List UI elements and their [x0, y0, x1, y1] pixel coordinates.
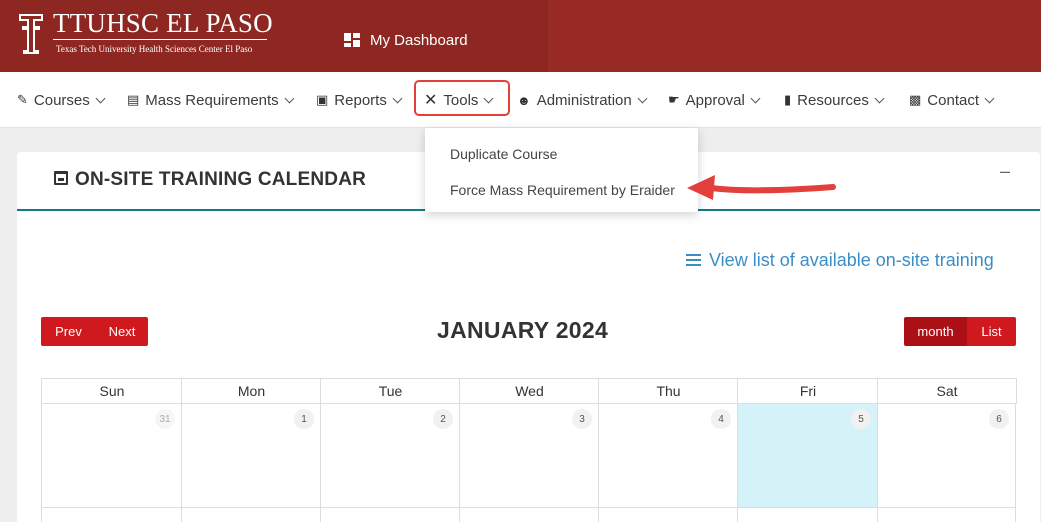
calendar-grid: Sun Mon Tue Wed Thu Fri Sat 31 1 2 3 4 5… [41, 378, 1017, 522]
calendar-icon [54, 171, 68, 185]
day-number[interactable]: 6 [989, 409, 1009, 429]
nav-reports-label: Reports [334, 91, 387, 109]
chevron-down-icon [750, 93, 761, 103]
my-dashboard-link[interactable]: My Dashboard [344, 28, 468, 52]
day-number[interactable]: 31 [155, 409, 175, 429]
view-toggle-group: month List [904, 317, 1016, 346]
my-dashboard-label: My Dashboard [370, 31, 468, 49]
nav-administration-label: Administration [536, 91, 632, 109]
nav-administration[interactable]: ☻ Administration [517, 72, 648, 128]
nav-courses-label: Courses [33, 91, 90, 109]
week-row: 31 1 2 3 4 5 6 [41, 404, 1016, 508]
day-cell[interactable] [877, 508, 1016, 522]
weekday-wed: Wed [459, 378, 599, 404]
day-cell[interactable]: 31 [41, 404, 181, 508]
chevron-down-icon [637, 93, 648, 103]
tools-icon: ✕ [424, 92, 438, 109]
top-header: TTUHSC EL PASO Texas Tech University Hea… [0, 0, 1041, 72]
day-cell[interactable] [459, 508, 598, 522]
header-right-panel [548, 0, 1041, 72]
menu-item-force-mass-requirement[interactable]: Force Mass Requirement by Eraider [450, 182, 675, 198]
day-number[interactable]: 5 [851, 409, 871, 429]
next-button[interactable]: Next [96, 317, 148, 346]
red-arrow-annotation-icon [687, 175, 836, 200]
chevron-down-icon [95, 93, 106, 103]
chevron-down-icon [483, 93, 494, 103]
day-cell[interactable] [41, 508, 181, 522]
nav-reports[interactable]: ▣ Reports [316, 72, 403, 128]
book-icon: ✎ [17, 92, 28, 107]
weekday-sat: Sat [877, 378, 1017, 404]
users-icon: ☻ [517, 92, 531, 108]
chevron-down-icon [284, 93, 295, 103]
weekday-mon: Mon [181, 378, 321, 404]
dashboard-icon [344, 33, 360, 47]
brand-title[interactable]: TTUHSC EL PASO [53, 8, 273, 38]
nav-tools[interactable]: ✕ Tools [424, 72, 494, 128]
chevron-down-icon [392, 93, 403, 103]
nav-resources-label: Resources [797, 91, 869, 109]
report-icon: ▣ [316, 92, 329, 107]
nav-approval-label: Approval [685, 91, 745, 109]
view-list-label: View list of available on-site training [709, 249, 994, 270]
weekday-fri: Fri [737, 378, 878, 404]
nav-mass-requirements[interactable]: ▤ Mass Requirements [127, 72, 295, 128]
nav-contact[interactable]: ▩ Contact [909, 72, 995, 128]
prev-button[interactable]: Prev [41, 317, 96, 346]
nav-resources[interactable]: ▮ Resources [784, 72, 885, 128]
card-title: ON-SITE TRAINING CALENDAR [75, 169, 367, 190]
day-cell[interactable]: 2 [320, 404, 459, 508]
nav-courses[interactable]: ✎ Courses [17, 72, 106, 128]
menu-item-duplicate-course[interactable]: Duplicate Course [450, 146, 557, 162]
weekday-thu: Thu [598, 378, 738, 404]
contact-card-icon: ▩ [909, 92, 922, 107]
day-number[interactable]: 4 [711, 409, 731, 429]
double-t-logo-icon[interactable] [18, 12, 44, 56]
day-number[interactable]: 1 [294, 409, 314, 429]
brand-underline [53, 39, 267, 40]
minimize-button[interactable]: – [1000, 161, 1010, 182]
day-cell[interactable]: 3 [459, 404, 598, 508]
day-cell[interactable]: 1 [181, 404, 320, 508]
day-cell[interactable] [320, 508, 459, 522]
day-number[interactable]: 3 [572, 409, 592, 429]
day-cell[interactable] [598, 508, 737, 522]
nav-mass-requirements-label: Mass Requirements [145, 91, 279, 109]
list-view-button[interactable]: List [967, 317, 1016, 346]
view-list-link[interactable]: View list of available on-site training [686, 248, 994, 272]
weekday-sun: Sun [41, 378, 182, 404]
day-cell[interactable] [181, 508, 320, 522]
clipboard-icon: ▤ [127, 92, 140, 107]
list-icon [686, 254, 701, 266]
nav-approval[interactable]: ☛ Approval [668, 72, 761, 128]
nav-tools-label: Tools [443, 91, 479, 109]
brand-subtitle: Texas Tech University Health Sciences Ce… [56, 44, 253, 54]
nav-contact-label: Contact [927, 91, 979, 109]
day-cell[interactable]: 4 [598, 404, 737, 508]
chevron-down-icon [984, 93, 995, 103]
chevron-down-icon [874, 93, 885, 103]
today-cell[interactable]: 5 [737, 404, 877, 508]
day-number[interactable]: 2 [433, 409, 453, 429]
library-icon: ▮ [784, 92, 792, 107]
prev-next-group: Prev Next [41, 317, 148, 346]
handshake-icon: ☛ [668, 92, 680, 107]
week-row [41, 508, 1016, 522]
weekday-tue: Tue [320, 378, 460, 404]
month-view-button[interactable]: month [904, 317, 967, 346]
tools-dropdown-menu: Duplicate Course Force Mass Requirement … [425, 128, 698, 212]
day-cell[interactable]: 6 [877, 404, 1016, 508]
day-cell[interactable] [737, 508, 877, 522]
calendar-title: JANUARY 2024 [437, 317, 609, 343]
weekday-header-row: Sun Mon Tue Wed Thu Fri Sat [41, 378, 1017, 404]
